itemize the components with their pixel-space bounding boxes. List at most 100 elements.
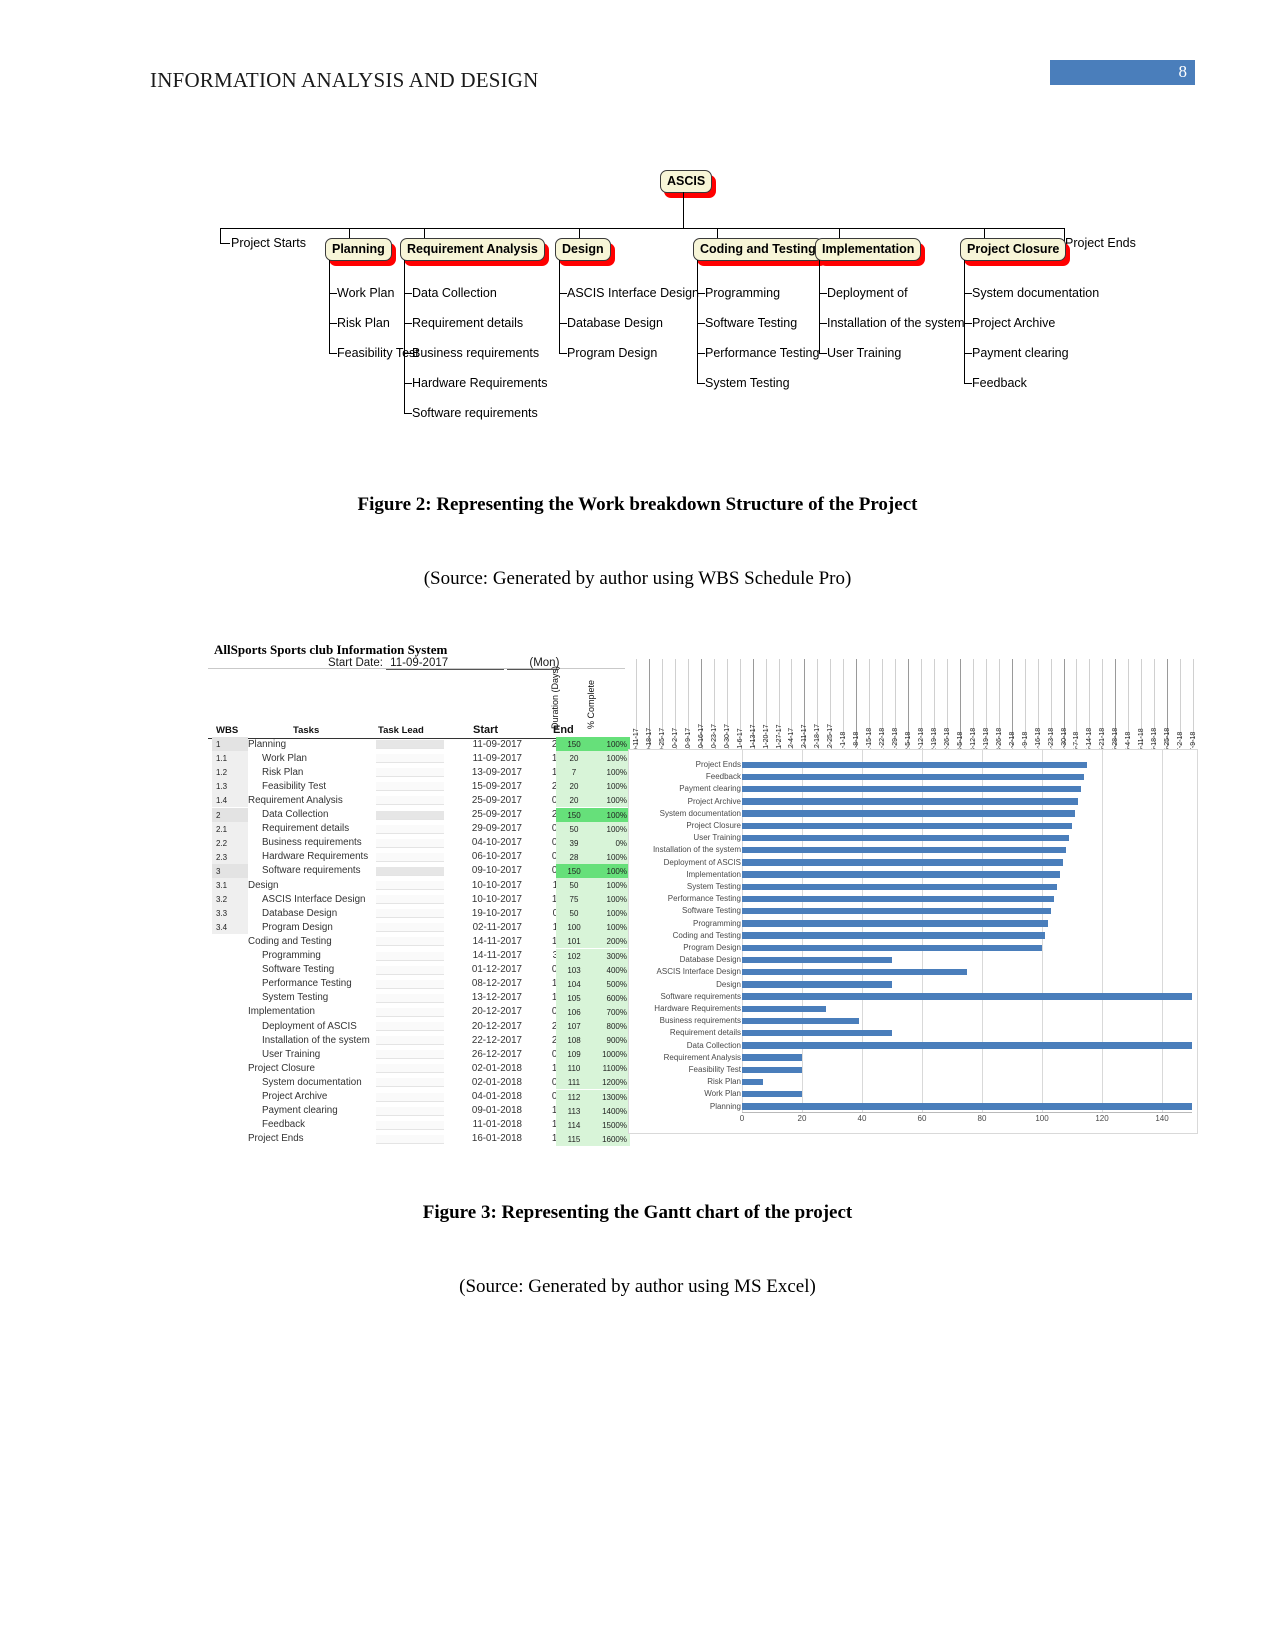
- wbs-leaf-label: Business requirements: [412, 346, 540, 360]
- cell-task-lead: [376, 740, 444, 749]
- table-row[interactable]: 1Planning11-09-201722-09-2017150100%: [208, 737, 630, 752]
- column-header-task: Tasks: [293, 725, 320, 736]
- cell-task-lead: [376, 1007, 444, 1017]
- chart-bar: [742, 761, 1087, 768]
- wbs-branch-spine: [404, 260, 405, 413]
- cell-task-lead: [376, 852, 444, 862]
- chart-category-label: Business requirements: [659, 1016, 741, 1026]
- chart-category-label: Requirement details: [669, 1028, 741, 1038]
- wbs-leaf-label: Installation of the system: [827, 316, 965, 330]
- date-tick-label: 11-13-17: [749, 724, 757, 752]
- wbs-branch-node-planning: Planning: [325, 238, 392, 261]
- wbs-leaf-label: Programming: [705, 286, 781, 300]
- cell-task-name: Work Plan: [262, 752, 308, 764]
- wbs-branch-spine: [559, 260, 560, 353]
- cell-task-name: Requirement Analysis: [248, 794, 343, 806]
- chart-category-label: Feedback: [705, 772, 741, 782]
- cell-wbs: 1.2: [216, 768, 228, 778]
- cell-task-name: Database Design: [262, 907, 338, 919]
- chart-bar: [742, 907, 1051, 915]
- chart-bar: [742, 895, 1054, 903]
- chart-bar: [742, 785, 1081, 793]
- cell-task-name: Software Testing: [262, 964, 335, 976]
- chart-category-label: Payment clearing: [679, 784, 741, 794]
- chart-bar: [742, 1042, 1192, 1049]
- cell-task-lead: [376, 754, 444, 764]
- column-header-wbs: WBS: [216, 725, 239, 736]
- date-tick-label: 10-16-17: [697, 723, 705, 752]
- wbs-leaf-tick: [697, 293, 705, 294]
- wbs-branch-node-implementation: Implementation: [815, 238, 922, 261]
- cell-task-lead: [376, 909, 444, 919]
- gantt-timeline-panel: 9-11-17 9-18-17 9-25-17 10-2-17 10-9-17 10-16…: [628, 637, 1198, 1142]
- wbs-leaf-tick: [819, 293, 827, 294]
- cell-task-name: Feasibility Test: [262, 780, 327, 792]
- cell-start-date: 11-01-2018: [472, 1119, 522, 1131]
- cell-task-lead: [376, 1134, 444, 1144]
- chart-category-label: Risk Plan: [707, 1077, 741, 1087]
- chart-category-label: Hardware Requirements: [654, 1004, 741, 1013]
- gantt-chart-figure: AllSports Sports club Information System…: [208, 637, 1198, 1146]
- chart-bar: [742, 883, 1057, 890]
- x-axis-tick-label: 0: [739, 1114, 745, 1123]
- gantt-start-date-value[interactable]: 11-09-2017: [386, 657, 505, 670]
- cell-task-name: Project Archive: [262, 1091, 328, 1102]
- page-number-badge: 8: [1050, 60, 1195, 85]
- wbs-branch-connector: [349, 228, 350, 238]
- cell-wbs: 3.1: [216, 881, 228, 890]
- cell-task-lead: [376, 895, 444, 905]
- chart-bar: [742, 1029, 892, 1037]
- wbs-leaf-tick: [819, 323, 827, 324]
- wbs-leaf-tick: [404, 353, 412, 354]
- table-row[interactable]: Feedback11-01-201816-01-20181141500%: [208, 1117, 630, 1132]
- chart-category-label: Requirement Analysis: [663, 1052, 741, 1062]
- cell-task-lead: [376, 923, 444, 933]
- chart-bar: [742, 834, 1069, 842]
- chart-bar: [742, 1066, 802, 1073]
- chart-category-label: Coding and Testing: [672, 930, 741, 940]
- chart-category-label: Program Design: [683, 943, 741, 952]
- wbs-leaf-tick: [329, 293, 337, 294]
- chart-category-label: ASCIS Interface Design: [656, 967, 741, 977]
- chart-bar: [742, 1103, 1192, 1110]
- wbs-branch-spine: [964, 260, 965, 383]
- wbs-leaf-tick: [404, 413, 412, 414]
- cell-task-lead: [376, 965, 444, 975]
- cell-task-name: Software requirements: [262, 865, 361, 877]
- chart-category-label: Project Closure: [686, 821, 741, 830]
- chart-category-label: Implementation: [686, 869, 741, 879]
- cell-task-lead: [376, 1036, 444, 1046]
- chart-bar: [742, 968, 967, 976]
- chart-bar: [742, 773, 1084, 781]
- document-header: INFORMATION ANALYSIS AND DESIGN 8: [0, 0, 1275, 120]
- wbs-leaf-label: Software requirements: [412, 406, 538, 420]
- x-axis-tick-label: 120: [1095, 1114, 1109, 1123]
- chart-category-label: Programming: [692, 918, 741, 928]
- wbs-leaf-label: User Training: [827, 346, 902, 360]
- chart-bar: [742, 920, 1048, 927]
- chart-category-label: Installation of the system: [652, 845, 741, 855]
- wbs-leaf-label: Requirement details: [412, 316, 524, 330]
- wbs-leaf-tick: [329, 353, 337, 354]
- cell-task-name: Project Closure: [248, 1062, 315, 1074]
- chart-bar: [742, 981, 892, 988]
- x-axis-tick-label: 140: [1155, 1114, 1169, 1123]
- wbs-leaf-label: Risk Plan: [337, 316, 390, 330]
- chart-bar: [742, 1005, 826, 1012]
- chart-category-label: Project Archive: [687, 796, 741, 806]
- chart-category-label: Design: [716, 979, 741, 989]
- wbs-leaf-label: Hardware Requirements: [412, 376, 548, 390]
- gantt-date-header: 9-11-17 9-18-17 9-25-17 10-2-17 10-9-17 10-16…: [628, 659, 1198, 752]
- cell-task-lead: [376, 979, 444, 989]
- table-row[interactable]: Project Ends16-01-201816-01-20181151600%: [208, 1131, 630, 1146]
- wbs-branch-node-design: Design: [555, 238, 611, 261]
- date-tick-label: 11-20-17: [762, 724, 770, 752]
- cell-task-name: System documentation: [262, 1076, 362, 1088]
- cell-task-lead: [376, 1050, 444, 1060]
- wbs-leaf-tick: [559, 293, 567, 294]
- column-header-start: Start: [473, 724, 499, 736]
- cell-task-lead: [376, 838, 444, 848]
- wbs-leaf-tick: [329, 323, 337, 324]
- gantt-bar-chart: 0 20 40 60 80 100 120 140 Project Ends Feedback Pa…: [628, 749, 1198, 1134]
- date-tick-label: 12-25-17: [827, 723, 835, 752]
